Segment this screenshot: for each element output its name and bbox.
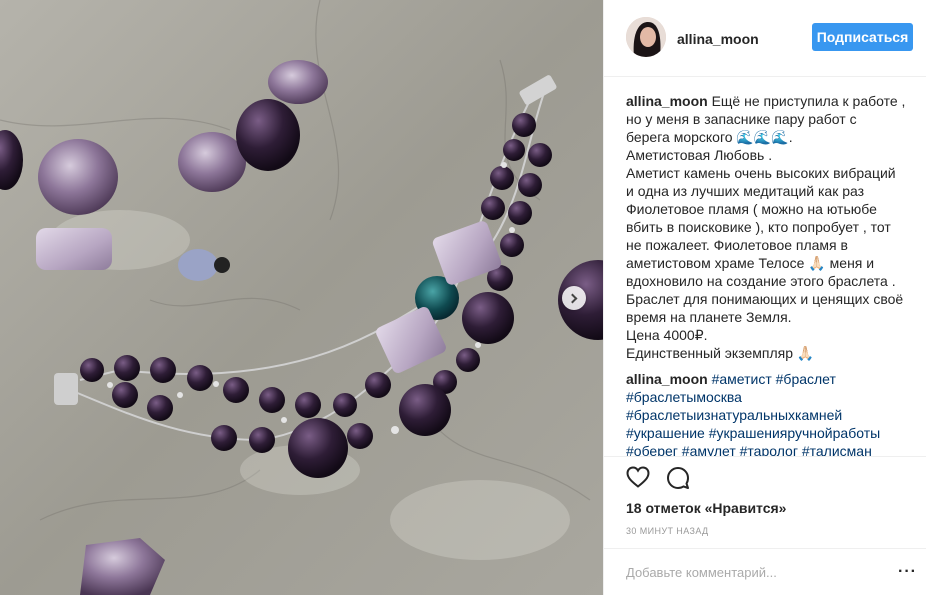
caption-line: Аметистовая Любовь . (626, 147, 773, 163)
hashtag-link[interactable]: #украшение (626, 425, 705, 441)
hashtags-comment: allina_moon #аметист #браслет #браслетым… (626, 370, 916, 456)
bracelet-photo-image (0, 0, 603, 595)
caption-comment: allina_moon Ещё не приступила к работе ,… (626, 92, 916, 362)
follow-button[interactable]: Подписаться (812, 23, 913, 51)
caption-line: вбить в поисковике ), кто попробует , то… (626, 219, 891, 235)
caption-line: вдохновило на создание этого браслета . (626, 273, 896, 289)
post-header: allina_moon Подписаться (604, 0, 926, 77)
more-options-icon[interactable]: ··· (898, 563, 917, 581)
next-photo-button[interactable] (562, 286, 586, 310)
caption-line: берега морского 🌊🌊🌊. (626, 129, 793, 145)
hashtag-link[interactable]: #браслет (776, 371, 836, 387)
caption-username[interactable]: allina_moon (626, 93, 708, 109)
caption-line: время на планете Земля. (626, 309, 792, 325)
post-author-username[interactable]: allina_moon (677, 31, 759, 47)
caption-line: Единственный экземпляр 🙏🏻 (626, 345, 815, 361)
hashtag-link[interactable]: #браслетыизнатуральныхкамней (626, 407, 842, 423)
caption-line: аметистовом храме Телосе 🙏🏻 меня и (626, 255, 875, 271)
caption-line: Цена 4000₽. (626, 327, 708, 343)
hashtag-link[interactable]: #браслетымосква (626, 389, 742, 405)
hashtag-link[interactable]: #оберег (626, 443, 678, 456)
post-photo[interactable] (0, 0, 603, 595)
hashtag-comment-username[interactable]: allina_moon (626, 371, 708, 387)
likes-count[interactable]: 18 отметок «Нравится» (626, 500, 786, 516)
post-timestamp: 30 МИНУТ НАЗАД (626, 526, 709, 536)
caption-line: Ещё не приступила к работе , (711, 93, 906, 109)
comment-bubble-icon[interactable] (666, 466, 690, 490)
comments-area: allina_moon Ещё не приступила к работе ,… (626, 92, 916, 456)
chevron-right-icon (567, 293, 578, 303)
caption-line: и одна из лучших медитаций как раз (626, 183, 865, 199)
caption-line: Аметист камень очень высоких вибраций (626, 165, 896, 181)
hashtag-link[interactable]: #таролог (740, 443, 798, 456)
comment-input[interactable] (626, 565, 876, 580)
heart-icon[interactable] (626, 466, 650, 488)
hashtag-link[interactable]: #талисман (802, 443, 872, 456)
hashtag-link[interactable]: #аметист (712, 371, 772, 387)
caption-line: но у меня в запаснике пару работ с (626, 111, 857, 127)
hashtag-link[interactable]: #амулет (682, 443, 736, 456)
caption-line: Фиолетовое пламя ( можно на ютьюбе (626, 201, 877, 217)
post-side-panel: allina_moon Подписаться allina_moon Ещё … (603, 0, 926, 595)
hashtag-link[interactable]: #украшенияручнойработы (709, 425, 880, 441)
avatar[interactable] (626, 17, 666, 57)
caption-line: не пожалеет. Фиолетовое пламя в (626, 237, 848, 253)
add-comment-section: ··· (604, 548, 926, 595)
post-actions-bar (604, 456, 926, 496)
caption-line: Браслет для понимающих и ценящих своё (626, 291, 904, 307)
